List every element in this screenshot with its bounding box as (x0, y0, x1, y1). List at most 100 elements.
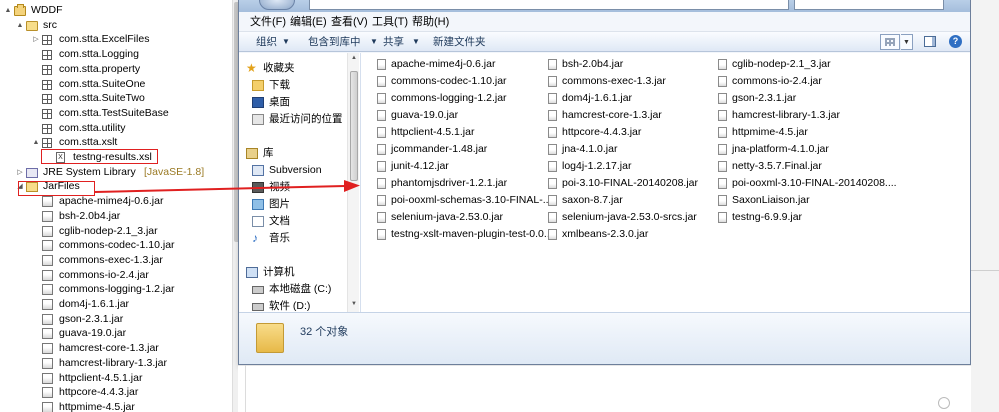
nav-item-label: 桌面 (269, 96, 290, 108)
file-item[interactable]: httpmime-4.5.jar (718, 125, 886, 140)
file-item[interactable]: SaxonLiaison.jar (718, 193, 886, 208)
tree-item[interactable]: dom4j-1.6.1.jar (0, 297, 232, 312)
change-view-button[interactable] (880, 34, 900, 50)
tree-item[interactable]: ▲ WDDF (0, 3, 232, 18)
collapse-arrow-icon[interactable]: ▲ (16, 18, 24, 33)
music-icon: ♪ (252, 231, 258, 245)
jar-file-icon (718, 76, 727, 87)
file-item[interactable]: commons-logging-1.2.jar (377, 91, 545, 106)
preview-pane-icon[interactable] (924, 36, 936, 47)
tree-item[interactable]: httpmime-4.5.jar (0, 400, 232, 412)
toolbar-button[interactable]: 组织 (256, 35, 277, 49)
tree-item[interactable]: bsh-2.0b4.jar (0, 209, 232, 224)
back-forward-buttons[interactable] (259, 0, 295, 10)
menu-item[interactable]: 编辑(E) (290, 15, 327, 29)
tree-item[interactable]: com.stta.property (0, 62, 232, 77)
navigation-scrollbar[interactable]: ▲ ▼ (347, 53, 359, 312)
tree-item[interactable]: ▷ JRE System Library [JavaSE-1.8] (0, 165, 232, 180)
tree-item-label: src (43, 18, 57, 31)
tree-item[interactable]: com.stta.SuiteOne (0, 77, 232, 92)
address-bar[interactable] (309, 0, 789, 10)
file-item[interactable]: hamcrest-library-1.3.jar (718, 108, 886, 123)
expand-arrow-icon[interactable]: ▷ (32, 32, 40, 47)
tree-item[interactable]: cglib-nodep-2.1_3.jar (0, 224, 232, 239)
jar-file-icon (377, 195, 386, 206)
file-item[interactable]: gson-2.3.1.jar (718, 91, 886, 106)
file-item[interactable]: phantomjsdriver-1.2.1.jar (377, 176, 545, 191)
jar-icon (42, 269, 53, 281)
tree-item[interactable]: com.stta.SuiteTwo (0, 91, 232, 106)
dropdown-caret-icon[interactable]: ▼ (282, 35, 290, 49)
jre-version-tag: [JavaSE-1.8] (144, 165, 205, 178)
file-item[interactable]: commons-exec-1.3.jar (548, 74, 716, 89)
toolbar-button[interactable]: 新建文件夹 (433, 35, 486, 49)
tree-item[interactable]: gson-2.3.1.jar (0, 312, 232, 327)
tree-item[interactable]: commons-io-2.4.jar (0, 268, 232, 283)
tree-item[interactable]: com.stta.Logging (0, 47, 232, 62)
dropdown-caret-icon[interactable]: ▼ (370, 35, 378, 49)
menu-item[interactable]: 查看(V) (331, 15, 368, 29)
file-item[interactable]: saxon-8.7.jar (548, 193, 716, 208)
tree-item-label: com.stta.Logging (59, 48, 139, 61)
tree-item[interactable]: httpclient-4.5.1.jar (0, 371, 232, 386)
file-item[interactable]: log4j-1.2.17.jar (548, 159, 716, 174)
tree-item[interactable]: httpcore-4.4.3.jar (0, 385, 232, 400)
file-item[interactable]: poi-ooxml-3.10-FINAL-20140208.... (718, 176, 897, 191)
file-item[interactable]: bsh-2.0b4.jar (548, 57, 716, 72)
file-name: hamcrest-library-1.3.jar (732, 109, 840, 121)
file-item[interactable]: apache-mime4j-0.6.jar (377, 57, 545, 72)
file-item[interactable]: dom4j-1.6.1.jar (548, 91, 716, 106)
scroll-down-arrow-icon[interactable]: ▼ (350, 301, 358, 307)
tree-item[interactable]: apache-mime4j-0.6.jar (0, 194, 232, 209)
file-item[interactable]: jcommander-1.48.jar (377, 142, 545, 157)
tree-item[interactable]: commons-logging-1.2.jar (0, 282, 232, 297)
expand-arrow-icon[interactable]: ▷ (16, 165, 24, 180)
file-item[interactable]: selenium-java-2.53.0-srcs.jar (548, 210, 716, 225)
file-item[interactable]: xmlbeans-2.3.0.jar (548, 227, 716, 242)
file-item[interactable]: jna-platform-4.1.0.jar (718, 142, 886, 157)
file-item[interactable]: jna-4.1.0.jar (548, 142, 716, 157)
file-item[interactable]: selenium-java-2.53.0.jar (377, 210, 545, 225)
annotation-box-xsl (41, 149, 158, 164)
search-box[interactable] (794, 0, 944, 10)
tree-item[interactable]: hamcrest-library-1.3.jar (0, 356, 232, 371)
toolbar-button[interactable]: 包含到库中 (308, 35, 361, 49)
file-item[interactable]: poi-3.10-FINAL-20140208.jar (548, 176, 716, 191)
collapse-arrow-icon[interactable]: ▲ (32, 135, 40, 150)
collapse-arrow-icon[interactable]: ▲ (4, 3, 12, 18)
file-name: poi-ooxml-3.10-FINAL-20140208.... (732, 177, 897, 189)
file-item[interactable]: commons-codec-1.10.jar (377, 74, 545, 89)
tree-item[interactable]: hamcrest-core-1.3.jar (0, 341, 232, 356)
tree-item[interactable]: guava-19.0.jar (0, 326, 232, 341)
tree-item[interactable]: com.stta.TestSuiteBase (0, 106, 232, 121)
file-item[interactable]: commons-io-2.4.jar (718, 74, 886, 89)
file-item[interactable]: httpcore-4.4.3.jar (548, 125, 716, 140)
toolbar-button[interactable]: 共享 (383, 35, 404, 49)
file-item[interactable]: netty-3.5.7.Final.jar (718, 159, 886, 174)
help-icon[interactable]: ? (949, 35, 962, 48)
tree-item[interactable]: commons-exec-1.3.jar (0, 253, 232, 268)
view-options-caret[interactable]: ▼ (901, 34, 913, 50)
navigation-scrollbar-thumb[interactable] (350, 71, 358, 181)
scroll-up-arrow-icon[interactable]: ▲ (350, 55, 358, 61)
tree-item-label: httpclient-4.5.1.jar (59, 371, 143, 384)
tree-item[interactable]: ▷ com.stta.ExcelFiles (0, 32, 232, 47)
file-item[interactable]: cglib-nodep-2.1_3.jar (718, 57, 886, 72)
file-item[interactable]: hamcrest-core-1.3.jar (548, 108, 716, 123)
file-item[interactable]: junit-4.12.jar (377, 159, 545, 174)
file-item[interactable]: httpclient-4.5.1.jar (377, 125, 545, 140)
menu-item[interactable]: 帮助(H) (412, 15, 449, 29)
menu-item[interactable]: 工具(T) (372, 15, 408, 29)
tree-item[interactable]: com.stta.utility (0, 121, 232, 136)
file-item[interactable]: testng-xslt-maven-plugin-test-0.0.... (377, 227, 556, 242)
tree-item[interactable]: commons-codec-1.10.jar (0, 238, 232, 253)
file-item[interactable]: poi-ooxml-schemas-3.10-FINAL-... (377, 193, 551, 208)
jar-icon (42, 372, 53, 384)
nav-item-label: 下载 (269, 79, 290, 91)
file-item[interactable]: guava-19.0.jar (377, 108, 545, 123)
file-item[interactable]: testng-6.9.9.jar (718, 210, 886, 225)
tree-item[interactable]: ▲ src (0, 18, 232, 33)
dropdown-caret-icon[interactable]: ▼ (412, 35, 420, 49)
tree-item-label: dom4j-1.6.1.jar (59, 298, 130, 310)
menu-item[interactable]: 文件(F) (250, 15, 286, 29)
